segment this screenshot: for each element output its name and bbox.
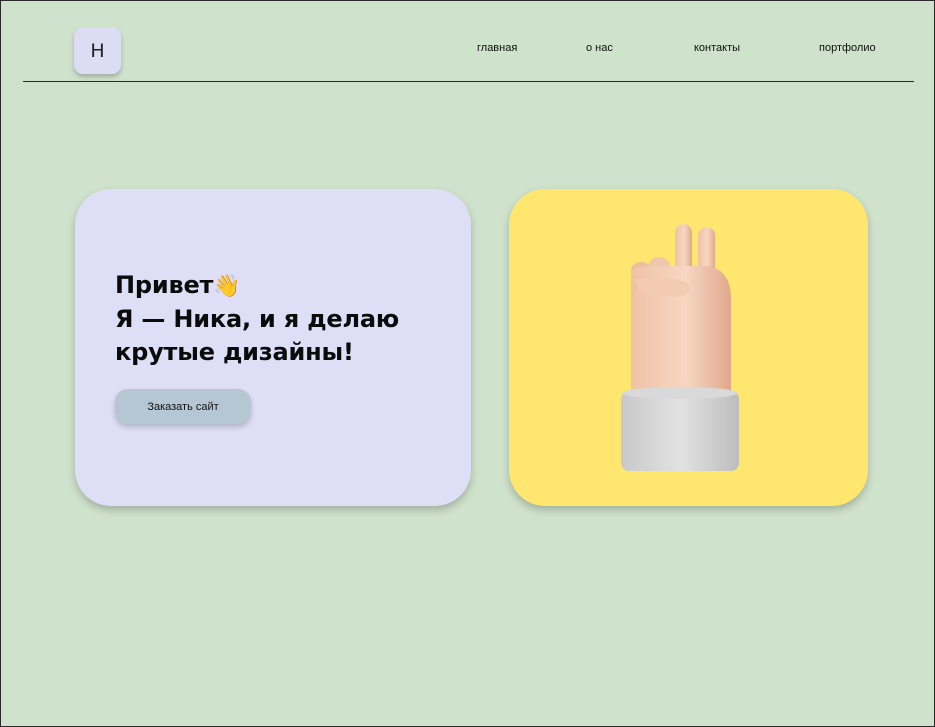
image-card [509, 189, 868, 506]
nav-link-portfolio[interactable]: портфолио [819, 42, 876, 54]
order-site-button[interactable]: Заказать сайт [115, 389, 251, 424]
nav-link-contacts[interactable]: контакты [694, 42, 740, 54]
hero-title-line-1: Привет👋 [115, 269, 399, 303]
waving-hand-icon: 👋 [213, 274, 241, 299]
logo-letter: Н [90, 39, 105, 62]
hero-title-line-3: крутые дизайны! [115, 338, 354, 366]
nav-link-about[interactable]: о нас [586, 42, 613, 54]
hero-title: Привет👋 Я — Ника, и я делаю крутые дизай… [115, 269, 399, 369]
logo[interactable]: Н [74, 27, 121, 74]
page: Н главная о нас контакты портфолио Приве… [0, 0, 935, 727]
victory-hand-icon [621, 224, 739, 471]
hero-greeting: Привет [115, 271, 214, 299]
hero-title-line-2: Я — Ника, и я делаю [115, 305, 399, 333]
header-divider [23, 81, 914, 82]
nav-link-home[interactable]: главная [477, 42, 517, 54]
hero-card: Привет👋 Я — Ника, и я делаю крутые дизай… [75, 189, 471, 506]
